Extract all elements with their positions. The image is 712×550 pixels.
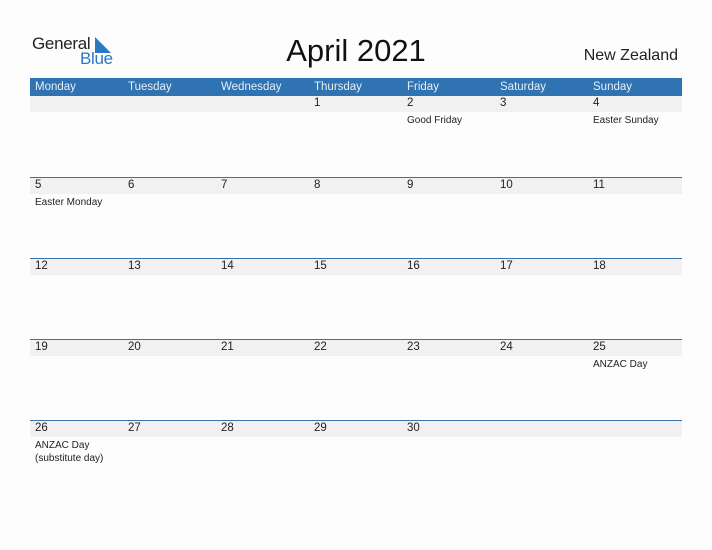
day-cell: 27 xyxy=(123,421,216,502)
day-cell: 7 xyxy=(216,178,309,259)
day-number: 10 xyxy=(500,179,513,191)
weekday-header: Monday Tuesday Wednesday Thursday Friday Satu… xyxy=(30,78,682,96)
weekday-tuesday: Tuesday xyxy=(128,81,172,93)
day-cell xyxy=(588,421,681,502)
day-number: 6 xyxy=(128,179,135,191)
day-number: 11 xyxy=(593,179,605,191)
day-cell: 17 xyxy=(495,259,588,340)
country-label: New Zealand xyxy=(583,47,678,64)
day-cell: 23 xyxy=(402,340,495,421)
weekday-wednesday: Wednesday xyxy=(221,81,282,93)
day-cell: 6 xyxy=(123,178,216,259)
day-number: 20 xyxy=(128,341,141,353)
day-number: 18 xyxy=(593,260,606,272)
weekday-saturday: Saturday xyxy=(500,81,547,93)
day-cell: 13 xyxy=(123,259,216,340)
day-number: 27 xyxy=(128,422,141,434)
day-cell: 4 Easter Sunday xyxy=(588,96,681,177)
day-cell: 5 Easter Monday xyxy=(30,178,123,259)
day-cell: 24 xyxy=(495,340,588,421)
day-cell: 14 xyxy=(216,259,309,340)
day-cell: 20 xyxy=(123,340,216,421)
day-number: 13 xyxy=(128,260,141,272)
day-cell: 8 xyxy=(309,178,402,259)
week-row: 5 Easter Monday 6 7 8 9 10 11 xyxy=(30,177,682,259)
day-number: 22 xyxy=(314,341,327,353)
day-cell: 16 xyxy=(402,259,495,340)
day-cell xyxy=(216,96,309,177)
day-cell: 22 xyxy=(309,340,402,421)
day-number: 8 xyxy=(314,179,321,191)
day-cell: 1 xyxy=(309,96,402,177)
day-cell: 30 xyxy=(402,421,495,502)
day-cell: 25 ANZAC Day xyxy=(588,340,681,421)
weekday-monday: Monday xyxy=(35,81,76,93)
holiday-label: Easter Monday xyxy=(35,197,103,208)
week-row: 1 2 Good Friday 3 4 Easter Sunday xyxy=(30,96,682,177)
day-number: 2 xyxy=(407,97,414,109)
holiday-label: ANZAC Day xyxy=(593,359,648,370)
day-number: 17 xyxy=(500,260,513,272)
day-number: 7 xyxy=(221,179,228,191)
week-row: 12 13 14 15 16 17 18 xyxy=(30,258,682,340)
day-number: 12 xyxy=(35,260,48,272)
day-number: 14 xyxy=(221,260,234,272)
day-number: 24 xyxy=(500,341,513,353)
holiday-label: Good Friday xyxy=(407,115,463,126)
day-cell: 18 xyxy=(588,259,681,340)
day-cell: 19 xyxy=(30,340,123,421)
weekday-thursday: Thursday xyxy=(314,81,362,93)
holiday-label: ANZAC Day (substitute day) xyxy=(35,440,104,464)
week-row: 19 20 21 22 23 24 25 ANZAC Day xyxy=(30,339,682,421)
day-number: 9 xyxy=(407,179,414,191)
day-number: 23 xyxy=(407,341,420,353)
day-cell: 21 xyxy=(216,340,309,421)
day-number: 5 xyxy=(35,179,42,191)
day-number: 1 xyxy=(314,97,321,109)
week-row: 26 ANZAC Day (substitute day) 27 28 29 30 xyxy=(30,420,682,502)
day-number: 21 xyxy=(221,341,234,353)
day-cell: 3 xyxy=(495,96,588,177)
day-cell: 28 xyxy=(216,421,309,502)
day-number: 19 xyxy=(35,341,48,353)
holiday-label: Easter Sunday xyxy=(593,115,659,126)
day-number: 25 xyxy=(593,341,606,353)
weekday-friday: Friday xyxy=(407,81,439,93)
day-cell: 12 xyxy=(30,259,123,340)
day-cell xyxy=(495,421,588,502)
day-number: 30 xyxy=(407,422,420,434)
day-number: 26 xyxy=(35,422,48,434)
day-number: 28 xyxy=(221,422,234,434)
day-cell: 29 xyxy=(309,421,402,502)
weekday-sunday: Sunday xyxy=(593,81,633,93)
day-number: 15 xyxy=(314,260,327,272)
day-cell xyxy=(123,96,216,177)
day-cell: 9 xyxy=(402,178,495,259)
day-cell: 10 xyxy=(495,178,588,259)
day-number: 3 xyxy=(500,97,507,109)
day-number: 4 xyxy=(593,97,600,109)
day-cell xyxy=(30,96,123,177)
day-cell: 2 Good Friday xyxy=(402,96,495,177)
day-number: 29 xyxy=(314,422,327,434)
day-cell: 11 xyxy=(588,178,681,259)
day-cell: 15 xyxy=(309,259,402,340)
day-number: 16 xyxy=(407,260,420,272)
day-cell: 26 ANZAC Day (substitute day) xyxy=(30,421,123,502)
